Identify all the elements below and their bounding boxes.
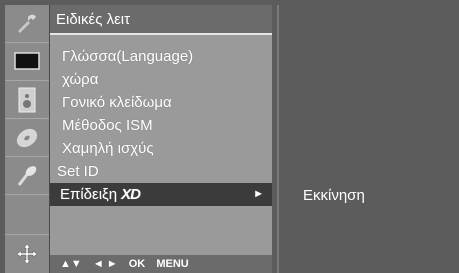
speaker-icon[interactable] — [5, 81, 49, 119]
osd-screen: Ειδικές λειτ Γλώσσα(Language) χώρα Γονικ… — [0, 0, 459, 273]
updown-arrows-icon: ▲▼ — [60, 258, 82, 270]
menu-item-label: Γλώσσα(Language) — [62, 48, 194, 65]
menu-item-set-id[interactable]: Set ID — [50, 160, 272, 183]
screen-icon[interactable] — [5, 43, 49, 81]
menu-item-label: Επίδειξη — [60, 186, 118, 203]
menu-item-low-power[interactable]: Χαμηλή ισχύς — [50, 137, 272, 160]
ok-hint: OK — [128, 258, 146, 270]
menu-item-label: Γονικό κλείδωμα — [62, 94, 172, 111]
menu-item-label: Χαμηλή ισχύς — [62, 140, 154, 157]
tools-icon[interactable] — [5, 5, 49, 43]
menu-item-label: χώρα — [62, 71, 99, 88]
menu-item-label: Μέθοδος ISM — [62, 117, 153, 134]
menu-title: Ειδικές λειτ — [50, 5, 272, 35]
menu-item-country[interactable]: χώρα — [50, 68, 272, 91]
menu-item-parental-lock[interactable]: Γονικό κλείδωμα — [50, 91, 272, 114]
xd-logo: XD — [121, 186, 141, 203]
icon-sidebar — [5, 5, 50, 273]
submenu-panel: Εκκίνηση — [277, 5, 459, 273]
menu-item-xd-demo[interactable]: Επίδειξη XD ► — [50, 183, 272, 206]
satellite-dish-icon[interactable] — [5, 157, 49, 195]
nav-hint-bar: ▲▼ ◄ ► OK MENU — [50, 255, 272, 273]
disc-icon[interactable] — [5, 119, 49, 157]
submenu-arrow-icon: ► — [253, 188, 264, 200]
options-menu: Ειδικές λειτ Γλώσσα(Language) χώρα Γονικ… — [50, 5, 272, 273]
menu-hint: MENU — [156, 258, 189, 270]
submenu-item-start[interactable]: Εκκίνηση — [303, 187, 365, 204]
menu-item-ism-method[interactable]: Μέθοδος ISM — [50, 114, 272, 137]
blank-cell — [5, 195, 49, 235]
move-arrows-icon[interactable] — [5, 235, 49, 273]
menu-item-label: Set ID — [57, 163, 99, 180]
menu-item-language[interactable]: Γλώσσα(Language) — [50, 45, 272, 68]
leftright-arrows-icon: ◄ ► — [92, 258, 118, 270]
